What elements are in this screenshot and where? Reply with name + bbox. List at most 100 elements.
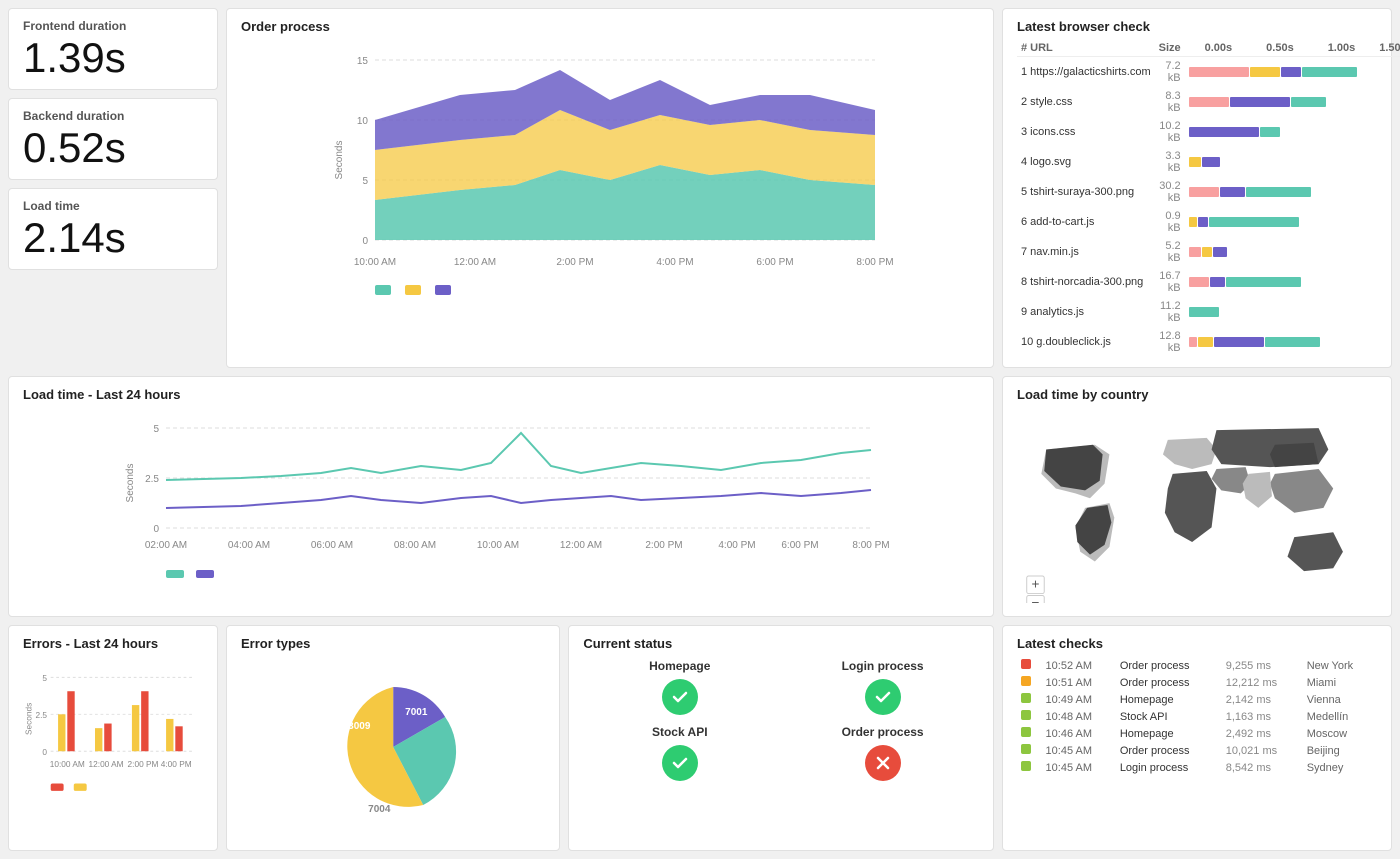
svg-text:6:00 PM: 6:00 PM — [756, 257, 793, 268]
check-row: 10:45 AM Login process 8,542 ms Sydney — [1017, 759, 1377, 776]
status-homepage: Homepage — [583, 659, 776, 715]
svg-text:5: 5 — [42, 673, 47, 683]
dashboard: Frontend duration 1.39s Backend duration… — [0, 0, 1400, 859]
svg-text:08:00 AM: 08:00 AM — [394, 540, 436, 551]
browser-row: 7 nav.min.js 5.2 kB — [1017, 237, 1400, 267]
col-size: Size — [1155, 40, 1185, 57]
frontend-label: Frontend duration — [23, 19, 203, 33]
load-time-title: Load time - Last 24 hours — [23, 387, 979, 402]
svg-text:8:00 PM: 8:00 PM — [852, 540, 889, 551]
browser-row: 8 tshirt-norcadia-300.png 16.7 kB — [1017, 267, 1400, 297]
col-05s: 0.50s — [1236, 40, 1298, 57]
status-grid: Homepage Login process Stock API — [583, 659, 979, 781]
order-process-chart: 15 10 5 0 Seconds 10:00 AM 12:00 AM 2:00… — [241, 40, 979, 330]
browser-check-title: Latest browser check — [1017, 19, 1377, 34]
metrics-column: Frontend duration 1.39s Backend duration… — [8, 8, 218, 368]
status-stock-icon — [662, 745, 698, 781]
col-0s: 0.00s — [1185, 40, 1237, 57]
errors-chart: 5 2.5 0 Seconds 10:00 AM 12:00 AM 2:00 P… — [23, 657, 203, 827]
svg-text:8:00 PM: 8:00 PM — [856, 257, 893, 268]
error-types-chart: 7001 3009 7004 — [241, 657, 545, 837]
check-row: 10:49 AM Homepage 2,142 ms Vienna — [1017, 691, 1377, 708]
frontend-duration-card: Frontend duration 1.39s — [8, 8, 218, 90]
error-types-card: Error types 7001 3009 7004 — [226, 625, 560, 851]
svg-text:10:00 AM: 10:00 AM — [477, 540, 519, 551]
status-stock-label: Stock API — [652, 725, 708, 739]
status-homepage-icon — [662, 679, 698, 715]
svg-text:4:00 PM: 4:00 PM — [161, 759, 192, 769]
current-status-card: Current status Homepage Login process St… — [568, 625, 994, 851]
status-login: Login process — [786, 659, 979, 715]
map-title: Load time by country — [1017, 387, 1377, 402]
backend-value: 0.52s — [23, 127, 203, 169]
svg-text:6:00 PM: 6:00 PM — [781, 540, 818, 551]
svg-text:Seconds: Seconds — [23, 703, 33, 735]
status-order: Order process — [786, 725, 979, 781]
svg-text:12:00 AM: 12:00 AM — [89, 759, 124, 769]
map-card: Load time by country — [1002, 376, 1392, 617]
svg-text:10:00 AM: 10:00 AM — [354, 257, 396, 268]
load-value: 2.14s — [23, 217, 203, 259]
backend-duration-card: Backend duration 0.52s — [8, 98, 218, 180]
svg-text:2.5: 2.5 — [35, 710, 47, 720]
col-15s: 1.50s — [1359, 40, 1400, 57]
svg-text:−: − — [1032, 595, 1040, 603]
error-types-title: Error types — [241, 636, 545, 651]
check-row: 10:48 AM Stock API 1,163 ms Medellín — [1017, 708, 1377, 725]
status-order-label: Order process — [842, 725, 924, 739]
browser-row: 9 analytics.js 11.2 kB — [1017, 297, 1400, 327]
browser-check-table: # URL Size 0.00s 0.50s 1.00s 1.50s 1 htt… — [1017, 40, 1400, 357]
world-map: + − — [1017, 408, 1377, 603]
latest-checks-table: 10:52 AM Order process 9,255 ms New York… — [1017, 657, 1377, 776]
svg-text:0: 0 — [153, 524, 159, 535]
status-stock: Stock API — [583, 725, 776, 781]
svg-text:2:00 PM: 2:00 PM — [645, 540, 682, 551]
svg-text:04:00 AM: 04:00 AM — [228, 540, 270, 551]
svg-text:Seconds: Seconds — [334, 141, 345, 180]
check-status-dot — [1021, 744, 1031, 754]
check-status-dot — [1021, 693, 1031, 703]
svg-text:10:00 AM: 10:00 AM — [50, 759, 85, 769]
svg-text:3009: 3009 — [348, 721, 371, 732]
browser-check-card: Latest browser check # URL Size 0.00s 0.… — [1002, 8, 1392, 368]
svg-text:2:00 PM: 2:00 PM — [128, 759, 159, 769]
check-row: 10:51 AM Order process 12,212 ms Miami — [1017, 674, 1377, 691]
svg-text:15: 15 — [357, 56, 369, 67]
bottom-middle: Error types 7001 3009 7004 Current statu… — [226, 625, 994, 851]
check-status-dot — [1021, 761, 1031, 771]
col-num: # URL — [1017, 40, 1155, 57]
svg-text:7001: 7001 — [405, 707, 428, 718]
check-row: 10:52 AM Order process 9,255 ms New York — [1017, 657, 1377, 674]
browser-row: 6 add-to-cart.js 0.9 kB — [1017, 207, 1400, 237]
errors-title: Errors - Last 24 hours — [23, 636, 203, 651]
latest-checks-card: Latest checks 10:52 AM Order process 9,2… — [1002, 625, 1392, 851]
svg-text:10: 10 — [357, 116, 369, 127]
browser-row: 1 https://galacticshirts.com 7.2 kB — [1017, 57, 1400, 88]
svg-text:7004: 7004 — [368, 804, 391, 815]
browser-row: 2 style.css 8.3 kB — [1017, 87, 1400, 117]
svg-text:2.5: 2.5 — [145, 474, 159, 485]
svg-text:4:00 PM: 4:00 PM — [656, 257, 693, 268]
status-login-icon — [865, 679, 901, 715]
browser-row: 5 tshirt-suraya-300.png 30.2 kB — [1017, 177, 1400, 207]
svg-text:12:00 AM: 12:00 AM — [560, 540, 602, 551]
check-status-dot — [1021, 659, 1031, 669]
check-status-dot — [1021, 710, 1031, 720]
browser-row: 4 logo.svg 3.3 kB — [1017, 147, 1400, 177]
col-1s: 1.00s — [1298, 40, 1360, 57]
svg-text:+: + — [1032, 577, 1040, 592]
current-status-title: Current status — [583, 636, 979, 651]
svg-text:02:00 AM: 02:00 AM — [145, 540, 187, 551]
status-login-label: Login process — [842, 659, 924, 673]
check-row: 10:45 AM Order process 10,021 ms Beijing — [1017, 742, 1377, 759]
order-process-title: Order process — [241, 19, 979, 34]
svg-text:0: 0 — [42, 747, 47, 757]
errors-24h-card: Errors - Last 24 hours 5 2.5 0 Seconds 1… — [8, 625, 218, 851]
status-order-icon — [865, 745, 901, 781]
load-time-card: Load time 2.14s — [8, 188, 218, 270]
svg-text:5: 5 — [362, 176, 368, 187]
status-homepage-label: Homepage — [649, 659, 710, 673]
frontend-value: 1.39s — [23, 37, 203, 79]
check-status-dot — [1021, 727, 1031, 737]
svg-text:Seconds: Seconds — [125, 464, 136, 503]
